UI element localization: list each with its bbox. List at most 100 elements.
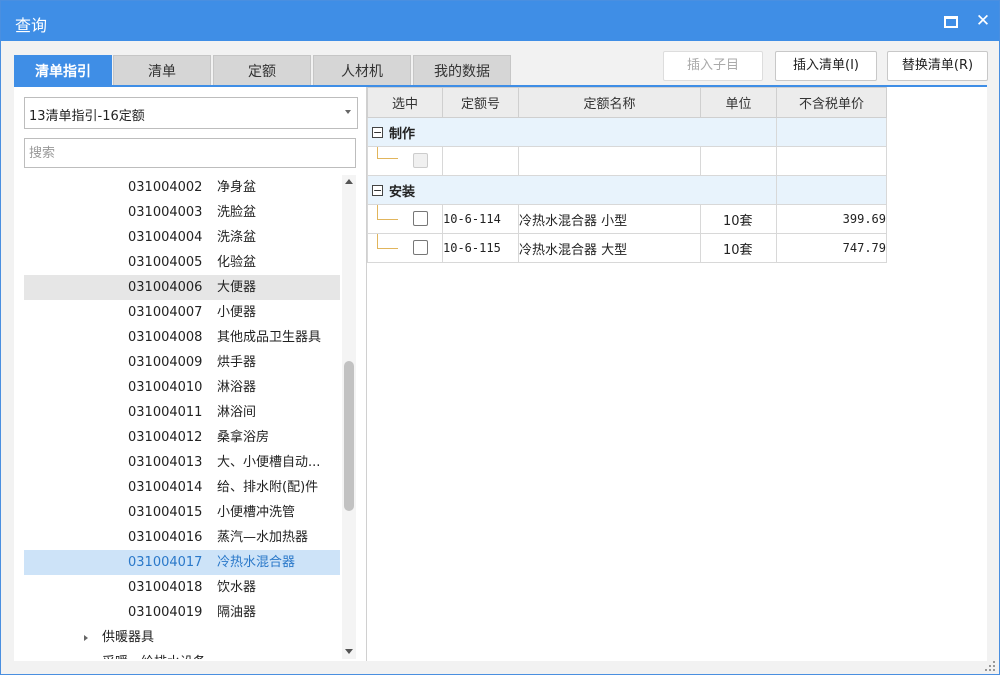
library-select-value: 13清单指引-16定额 — [29, 109, 145, 124]
tree-item-code: 031004008 — [128, 330, 203, 345]
col-quota-name[interactable]: 定额名称 — [518, 87, 701, 118]
col-quota-code[interactable]: 定额号 — [442, 87, 519, 118]
tree-item[interactable]: 031004008 其他成品卫生器具 — [24, 325, 340, 350]
tree-item-name: 大、小便槽自动... — [217, 455, 321, 470]
collapse-icon[interactable]: − — [372, 126, 383, 138]
tree-item-name: 其他成品卫生器具 — [217, 330, 322, 345]
tree-item-code: 031004009 — [128, 355, 203, 370]
tab-labor-material-machine[interactable]: 人材机 — [313, 55, 411, 86]
tree-connector — [377, 147, 398, 159]
query-dialog: 查询 ✕ 清单指引 清单 定额 人材机 我的数据 插入子目 插入清单(I) 替换… — [0, 0, 1000, 675]
unit-cell: 10套 — [700, 233, 777, 263]
tree-item-name: 淋浴间 — [217, 405, 257, 420]
grid-header-row: 选中 定额号 定额名称 单位 不含税单价 — [367, 87, 887, 118]
tree-scrollbar[interactable] — [342, 175, 356, 659]
row-checkbox[interactable] — [413, 240, 428, 255]
group-title: 安装 — [389, 184, 416, 200]
tree-group[interactable]: 供暖器具 — [24, 625, 340, 650]
tree-item[interactable]: 031004003 洗脸盆 — [24, 200, 340, 225]
library-select[interactable]: 13清单指引-16定额 — [24, 97, 358, 129]
close-icon[interactable]: ✕ — [971, 9, 995, 33]
row-checkbox[interactable] — [413, 211, 428, 226]
group-title: 制作 — [389, 126, 416, 142]
tree-item[interactable]: 031004005 化验盆 — [24, 250, 340, 275]
tab-list-guide[interactable]: 清单指引 — [14, 55, 112, 86]
tree-item-code: 031004017 — [128, 555, 203, 570]
table-row-empty — [367, 146, 887, 176]
group-row-make: − 制作 — [367, 117, 887, 147]
quota-code-cell: 10-6-114 — [442, 204, 519, 234]
tree-group-name: 采暖、给排水设备 — [102, 650, 206, 659]
tree-item[interactable]: 031004006 大便器 — [24, 275, 340, 300]
col-unit[interactable]: 单位 — [700, 87, 777, 118]
scroll-down-icon[interactable] — [345, 649, 353, 654]
tree-item-code: 031004004 — [128, 230, 203, 245]
tree-item[interactable]: 031004009 烘手器 — [24, 350, 340, 375]
col-price-excl-tax[interactable]: 不含税单价 — [776, 87, 887, 118]
tree-item[interactable]: 031004014 给、排水附(配)件 — [24, 475, 340, 500]
resize-grip-icon[interactable] — [985, 661, 995, 671]
tree-item[interactable]: 031004013 大、小便槽自动... — [24, 450, 340, 475]
tree-item-name: 净身盆 — [217, 180, 257, 195]
insert-list-button[interactable]: 插入清单(I) — [775, 51, 877, 81]
search-input[interactable] — [24, 138, 356, 168]
tree-item-code: 031004012 — [128, 430, 203, 445]
tree-item-name: 洗脸盆 — [217, 205, 257, 220]
tree-item[interactable]: 031004018 饮水器 — [24, 575, 340, 600]
tree-item-code: 031004002 — [128, 180, 203, 195]
tree-item-code: 031004015 — [128, 505, 203, 520]
replace-list-button[interactable]: 替换清单(R) — [887, 51, 988, 81]
chevron-down-icon — [345, 110, 351, 114]
quota-name-cell: 冷热水混合器 大型 — [518, 233, 701, 263]
tree-item-code: 031004010 — [128, 380, 203, 395]
maximize-icon[interactable] — [939, 9, 963, 33]
tree-item-code: 031004019 — [128, 605, 203, 620]
expand-arrow-icon[interactable] — [84, 635, 88, 641]
tree-item-name: 蒸汽—水加热器 — [217, 530, 309, 545]
tree-item[interactable]: 031004004 洗涤盆 — [24, 225, 340, 250]
tree-item[interactable]: 031004012 桑拿浴房 — [24, 425, 340, 450]
select-cell — [367, 204, 443, 234]
tree-item-name: 冷热水混合器 — [217, 555, 296, 570]
tree-item[interactable]: 031004011 淋浴间 — [24, 400, 340, 425]
tree-connector — [377, 205, 398, 220]
table-row[interactable]: 10-6-115 冷热水混合器 大型 10套 747.79 — [367, 233, 887, 263]
tree-group[interactable]: 采暖、给排水设备 — [24, 650, 340, 659]
tree-connector — [377, 234, 398, 249]
tree-item-code: 031004007 — [128, 305, 203, 320]
tab-my-data[interactable]: 我的数据 — [413, 55, 511, 86]
scroll-up-icon[interactable] — [345, 179, 353, 184]
tree-item-name: 淋浴器 — [217, 380, 257, 395]
tree-item-name: 隔油器 — [217, 605, 257, 620]
tree-item[interactable]: 031004010 淋浴器 — [24, 375, 340, 400]
tree-item[interactable]: 031004017 冷热水混合器 — [24, 550, 340, 575]
scrollbar-thumb[interactable] — [344, 361, 354, 511]
tree-item-code: 031004003 — [128, 205, 203, 220]
tree-item-code: 031004016 — [128, 530, 203, 545]
category-tree: 031004002 净身盆 031004003 洗脸盆 031004004 洗涤盆 0310… — [24, 175, 342, 659]
price-cell: 747.79 — [776, 233, 887, 263]
tree-item-name: 小便槽冲洗管 — [217, 505, 296, 520]
tree-item-code: 031004013 — [128, 455, 203, 470]
group-row-install: − 安装 — [367, 175, 887, 205]
collapse-icon[interactable]: − — [372, 184, 383, 196]
tree-item-code: 031004006 — [128, 280, 203, 295]
tree-item-code: 031004014 — [128, 480, 203, 495]
insert-child-button[interactable]: 插入子目 — [663, 51, 763, 81]
tree-item[interactable]: 031004016 蒸汽—水加热器 — [24, 525, 340, 550]
tab-list[interactable]: 清单 — [113, 55, 211, 86]
tree-item[interactable]: 031004019 隔油器 — [24, 600, 340, 625]
tree-item[interactable]: 031004015 小便槽冲洗管 — [24, 500, 340, 525]
tree-item-name: 饮水器 — [217, 580, 257, 595]
table-row[interactable]: 10-6-114 冷热水混合器 小型 10套 399.69 — [367, 204, 887, 234]
tree-item-name: 小便器 — [217, 305, 257, 320]
tree-item-name: 烘手器 — [217, 355, 257, 370]
tree-item-name: 洗涤盆 — [217, 230, 257, 245]
title-bar: 查询 ✕ — [1, 1, 999, 41]
tree-item-name: 给、排水附(配)件 — [217, 480, 319, 495]
tab-quota[interactable]: 定额 — [213, 55, 311, 86]
tree-item[interactable]: 031004002 净身盆 — [24, 175, 340, 200]
row-checkbox — [413, 153, 428, 168]
tree-item[interactable]: 031004007 小便器 — [24, 300, 340, 325]
col-select[interactable]: 选中 — [367, 87, 443, 118]
